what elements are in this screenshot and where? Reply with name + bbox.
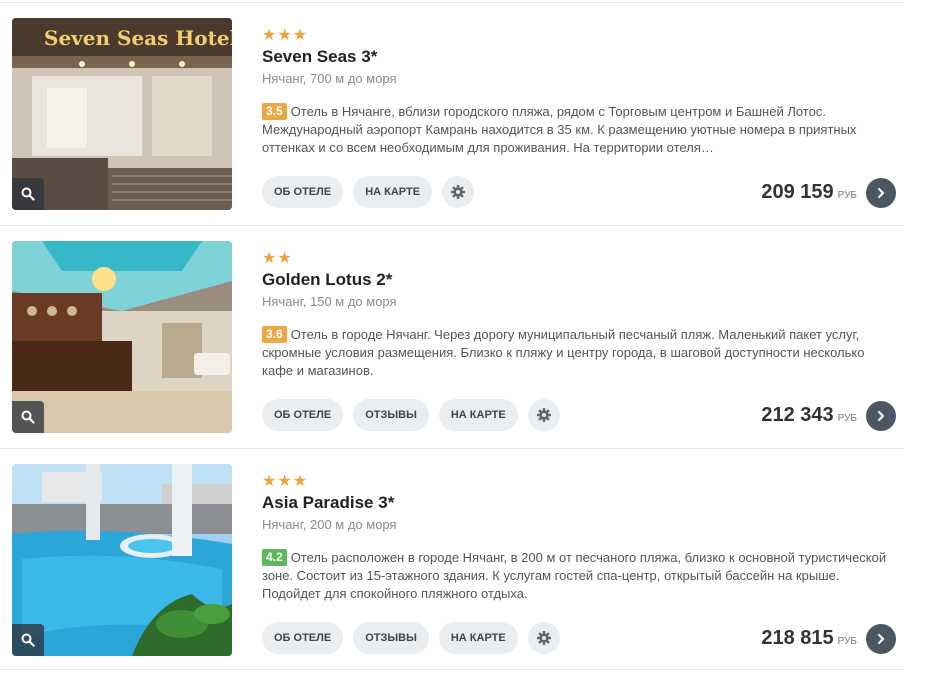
open-hotel-button[interactable]: [866, 178, 896, 208]
magnifier-icon: [21, 410, 35, 424]
hotel-name[interactable]: Golden Lotus 2*: [262, 270, 392, 290]
zoom-button[interactable]: [12, 401, 44, 433]
hotel-name[interactable]: Asia Paradise 3*: [262, 493, 394, 513]
chevron-right-icon: [877, 410, 885, 422]
hotel-card: ★★ Golden Lotus 2* Нячанг, 150 м до моря…: [0, 223, 939, 446]
hotel-list: Seven Seas Hotel ★★★ Seven Seas 3* Нячан…: [0, 0, 939, 670]
hotel-photo[interactable]: Seven Seas Hotel: [12, 18, 232, 210]
hotel-location: Нячанг, 700 м до моря: [262, 71, 397, 86]
price-currency: РУБ: [837, 413, 857, 424]
open-hotel-button[interactable]: [866, 624, 896, 654]
magnifier-icon: [21, 187, 35, 201]
settings-button[interactable]: [527, 399, 560, 431]
rating-badge: 4.2: [262, 549, 287, 566]
action-buttons: ОБ ОТЕЛЕ ОТЗЫВЫ НА КАРТЕ: [262, 399, 560, 431]
rating-badge: 3.6: [262, 326, 287, 343]
about-hotel-button[interactable]: ОБ ОТЕЛЕ: [262, 176, 344, 208]
star-rating: ★★: [262, 250, 293, 267]
price: 212 343 РУБ: [761, 404, 857, 427]
settings-button[interactable]: [442, 176, 475, 208]
price: 218 815 РУБ: [761, 627, 857, 650]
price-currency: РУБ: [837, 190, 857, 201]
price-amount: 218 815: [761, 627, 834, 649]
reviews-button[interactable]: ОТЗЫВЫ: [353, 622, 429, 654]
chevron-right-icon: [877, 187, 885, 199]
price-currency: РУБ: [837, 636, 857, 647]
divider: [0, 225, 904, 226]
reviews-button[interactable]: ОТЗЫВЫ: [353, 399, 429, 431]
description-text: Отель расположен в городе Нячанг, в 200 …: [262, 550, 887, 601]
star-rating: ★★★: [262, 27, 309, 44]
price-amount: 212 343: [761, 404, 834, 426]
zoom-button[interactable]: [12, 178, 44, 210]
description-text: Отель в городе Нячанг. Через дорогу муни…: [262, 327, 865, 378]
action-buttons: ОБ ОТЕЛЕ НА КАРТЕ: [262, 176, 475, 208]
price: 209 159 РУБ: [761, 181, 857, 204]
hotel-description: 4.2 Отель расположен в городе Нячанг, в 2…: [262, 549, 898, 603]
gear-icon: [536, 631, 551, 645]
hotel-location: Нячанг, 200 м до моря: [262, 517, 397, 532]
hotel-description: 3.6 Отель в городе Нячанг. Через дорогу м…: [262, 326, 898, 380]
map-button[interactable]: НА КАРТЕ: [438, 399, 518, 431]
hotel-card: Seven Seas Hotel ★★★ Seven Seas 3* Нячан…: [0, 0, 939, 223]
hotel-sign-text: Seven Seas Hotel: [44, 26, 232, 50]
hotel-name[interactable]: Seven Seas 3*: [262, 47, 377, 67]
settings-button[interactable]: [527, 622, 560, 654]
gear-icon: [451, 185, 466, 199]
divider: [0, 669, 904, 670]
action-buttons: ОБ ОТЕЛЕ ОТЗЫВЫ НА КАРТЕ: [262, 622, 560, 654]
hotel-location: Нячанг, 150 м до моря: [262, 294, 397, 309]
divider: [0, 2, 904, 3]
star-rating: ★★★: [262, 473, 309, 490]
chevron-right-icon: [877, 633, 885, 645]
open-hotel-button[interactable]: [866, 401, 896, 431]
map-button[interactable]: НА КАРТЕ: [438, 622, 518, 654]
hotel-photo[interactable]: [12, 464, 232, 656]
rating-badge: 3.5: [262, 103, 287, 120]
description-text: Отель в Нячанге, вблизи городского пляжа…: [262, 104, 857, 155]
hotel-description: 3.5 Отель в Нячанге, вблизи городского пл…: [262, 103, 898, 157]
about-hotel-button[interactable]: ОБ ОТЕЛЕ: [262, 399, 344, 431]
map-button[interactable]: НА КАРТЕ: [353, 176, 433, 208]
price-amount: 209 159: [761, 181, 834, 203]
zoom-button[interactable]: [12, 624, 44, 656]
about-hotel-button[interactable]: ОБ ОТЕЛЕ: [262, 622, 344, 654]
magnifier-icon: [21, 633, 35, 647]
hotel-photo[interactable]: [12, 241, 232, 433]
gear-icon: [536, 408, 551, 422]
hotel-card: ★★★ Asia Paradise 3* Нячанг, 200 м до мо…: [0, 446, 939, 669]
divider: [0, 448, 904, 449]
